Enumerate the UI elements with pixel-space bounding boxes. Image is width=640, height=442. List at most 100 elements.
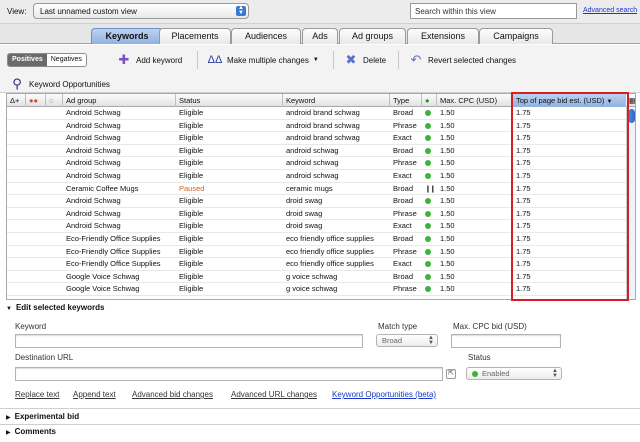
table-row[interactable]: Eco-Friendly Office Supplies Eligible eco … [7, 233, 627, 246]
table-row[interactable]: Android Schwag Eligible android schwag Exac… [7, 170, 627, 183]
cell-top-of-page-bid: 1.75 [516, 271, 531, 281]
undo-icon: ↶ [410, 52, 422, 67]
negatives-button[interactable]: Negatives [46, 54, 86, 66]
scrollbar-thumb[interactable] [628, 109, 635, 123]
eligible-dot-icon [425, 198, 431, 205]
cell-max-cpc: 1.50 [440, 133, 455, 143]
cell-max-cpc: 1.50 [440, 284, 455, 294]
comments-section[interactable]: ▶ Comments [0, 426, 640, 438]
table-row[interactable]: Android Schwag Eligible droid swag Exact 1.5… [7, 220, 627, 233]
keyword-opportunities-beta-link[interactable]: Keyword Opportunities (beta) [332, 390, 436, 399]
column-serving-icon[interactable]: ● [422, 94, 437, 107]
table-row[interactable]: Ceramic Coffee Mugs Paused ceramic mugs Bro… [7, 183, 627, 196]
cell-type: Exact [393, 221, 412, 231]
cell-ad-group: Android Schwag [66, 196, 121, 206]
column-status[interactable]: Status [176, 94, 283, 107]
replace-text-link[interactable]: Replace text [15, 390, 59, 399]
cell-type: Broad [393, 234, 414, 243]
eligible-dot-icon [425, 261, 431, 268]
advanced-search-link[interactable]: Advanced search [583, 7, 637, 14]
keywords-table: Δ+ ●● ◌ Ad group Status Keyword Type ● M… [6, 93, 636, 300]
cell-serving [422, 107, 437, 119]
delete-button[interactable]: ✖ Delete [343, 51, 387, 69]
edit-section-header[interactable]: ▼ Edit selected keywords [0, 302, 640, 314]
column-type[interactable]: Type [390, 94, 422, 107]
table-row[interactable]: Android Schwag Eligible android schwag Broa… [7, 145, 627, 158]
tab-ads[interactable]: Ads [302, 28, 338, 44]
append-text-link[interactable]: Append text [73, 390, 116, 399]
tab-extensions[interactable]: Extensions [407, 28, 479, 44]
table-row[interactable]: Android Schwag Eligible droid swag Phrase 1.… [7, 208, 627, 221]
advanced-url-changes-link[interactable]: Advanced URL changes [231, 390, 317, 399]
advanced-bid-changes-link[interactable]: Advanced bid changes [132, 390, 213, 399]
cell-keyword: ceramic mugs [286, 183, 333, 193]
make-multiple-changes-button[interactable]: ΔΔ Make multiple changes ▼ [207, 51, 319, 69]
positives-negatives-toggle: Positives Negatives [7, 53, 87, 67]
revert-changes-button[interactable]: ↶ Revert selected changes [408, 51, 517, 69]
cell-type: Broad [393, 183, 414, 193]
table-row[interactable]: Google Voice Schwag Eligible g voice schwa… [7, 283, 627, 296]
keyword-opportunities-button[interactable]: ⚲ Keyword Opportunities [9, 75, 110, 93]
add-keyword-button[interactable]: ✚ Add keyword [116, 51, 183, 69]
cell-keyword: droid swag [286, 208, 323, 218]
view-select[interactable]: Last unnamed custom view ▲ ▼ [33, 3, 249, 19]
eligible-dot-icon [425, 236, 431, 243]
cell-max-cpc: 1.50 [440, 246, 455, 256]
make-multiple-label: Make multiple changes [227, 55, 309, 65]
tab-keywords[interactable]: Keywords [91, 28, 163, 44]
cell-serving [422, 208, 437, 220]
cell-max-cpc: 1.50 [440, 183, 455, 193]
column-ad-group[interactable]: Ad group [63, 94, 176, 107]
positives-button[interactable]: Positives [8, 54, 47, 66]
tab-ad-groups[interactable]: Ad groups [339, 28, 406, 44]
cell-top-of-page-bid: 1.75 [516, 221, 531, 231]
experimental-bid-section[interactable]: ▶ Experimental bid [0, 411, 640, 423]
cell-keyword: g voice schwag [286, 271, 338, 281]
cell-serving [422, 195, 437, 207]
table-row[interactable]: Android Schwag Eligible android brand schw… [7, 120, 627, 133]
tab-campaigns[interactable]: Campaigns [479, 28, 553, 44]
table-row[interactable]: Google Voice Schwag Eligible g voice schwa… [7, 271, 627, 284]
keyword-input[interactable] [15, 334, 363, 348]
updown-arrow-icon: ▲ ▼ [236, 5, 246, 16]
vertical-scrollbar[interactable] [626, 107, 635, 299]
search-input[interactable]: Search within this view [410, 3, 577, 19]
table-row[interactable]: Eco-Friendly Office Supplies Eligible eco … [7, 258, 627, 271]
tab-placements[interactable]: Placements [159, 28, 231, 44]
column-add-icon[interactable]: Δ+ [7, 94, 26, 107]
expand-down-icon: ▼ [6, 306, 12, 312]
column-comments-icon[interactable]: ◌ [46, 94, 63, 107]
cell-max-cpc: 1.50 [440, 221, 455, 231]
table-row[interactable]: Android Schwag Eligible android brand schw… [7, 107, 627, 120]
cell-type: Broad [393, 196, 414, 206]
cell-type: Exact [393, 259, 412, 269]
cell-ad-group: Eco-Friendly Office Supplies [66, 246, 161, 256]
column-max-cpc[interactable]: Max. CPC (USD) [437, 94, 513, 107]
destination-url-input[interactable] [15, 367, 443, 381]
chevron-down-icon: ▼ [312, 57, 319, 63]
expand-right-icon: ▶ [6, 430, 11, 436]
table-row[interactable]: Android Schwag Eligible android schwag Phra… [7, 157, 627, 170]
cell-keyword: android schwag [286, 158, 339, 168]
expand-right-icon: ▶ [6, 415, 11, 421]
cell-top-of-page-bid: 1.75 [516, 108, 531, 117]
cell-ad-group: Android Schwag [66, 133, 121, 143]
cell-status: Eligible [179, 221, 204, 231]
status-select[interactable]: Enabled ▲ ▼ [466, 367, 562, 380]
tab-audiences[interactable]: Audiences [231, 28, 301, 44]
cell-status: Eligible [179, 234, 204, 243]
max-cpc-input[interactable] [451, 334, 561, 348]
column-top-of-page-bid[interactable]: Top of page bid est. (USD) ▼ [513, 94, 626, 107]
paused-icon: ❙❙ [425, 185, 436, 193]
column-labels-icon[interactable]: ●● [26, 94, 46, 107]
open-link-icon[interactable]: ⇱ [446, 369, 456, 379]
eligible-dot-icon [425, 147, 431, 154]
enabled-dot-icon [472, 371, 478, 378]
column-keyword[interactable]: Keyword [283, 94, 390, 107]
table-row[interactable]: Eco-Friendly Office Supplies Eligible eco … [7, 246, 627, 259]
table-row[interactable]: Android Schwag Eligible droid swag Broad 1.5… [7, 195, 627, 208]
match-type-select[interactable]: Broad ▲ ▼ [376, 334, 438, 347]
cell-max-cpc: 1.50 [440, 158, 455, 168]
table-row[interactable]: Android Schwag Eligible android brand schw… [7, 132, 627, 145]
column-chooser-icon[interactable]: ▦ [626, 94, 635, 107]
